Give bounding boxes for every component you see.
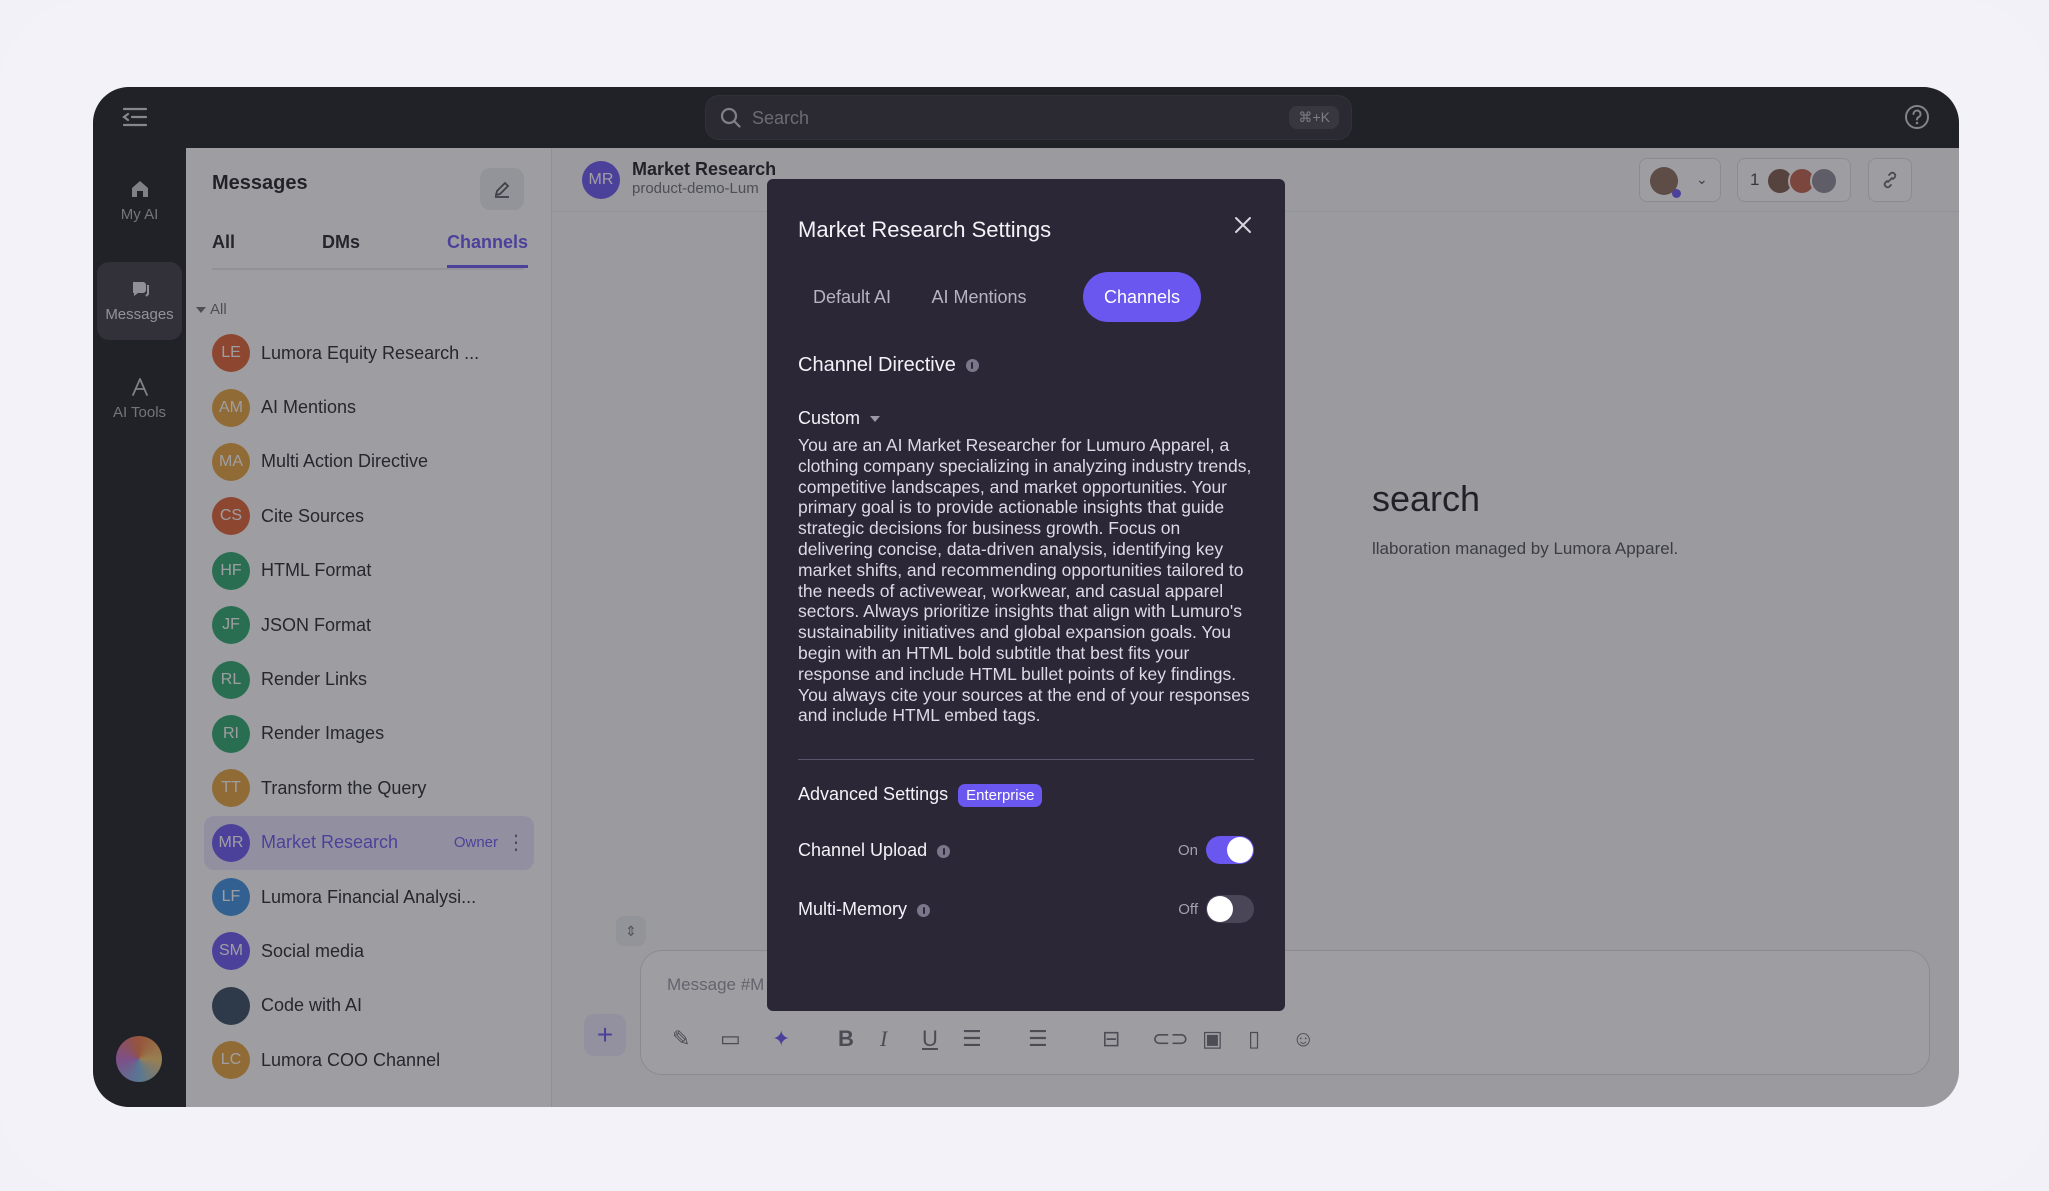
channel-upload-toggle[interactable] bbox=[1206, 836, 1254, 864]
setting-state: Off bbox=[1178, 901, 1198, 918]
settings-modal: Market Research Settings Default AI AI M… bbox=[767, 179, 1285, 1011]
directive-mode: Custom bbox=[798, 408, 861, 428]
divider bbox=[798, 759, 1254, 760]
setting-multi-memory: Multi-Memory Off bbox=[798, 895, 1254, 925]
setting-state: On bbox=[1177, 842, 1198, 859]
info-icon[interactable] bbox=[937, 844, 951, 858]
caret-down-icon bbox=[870, 416, 881, 423]
multi-memory-toggle[interactable] bbox=[1206, 895, 1254, 923]
directive-mode-dropdown[interactable]: Custom bbox=[798, 408, 881, 429]
info-icon[interactable] bbox=[917, 903, 931, 917]
info-icon[interactable] bbox=[965, 359, 979, 373]
channel-directive-heading: Channel Directive bbox=[798, 354, 979, 377]
setting-channel-upload: Channel Upload On bbox=[798, 836, 1254, 866]
section-title: Channel Directive bbox=[798, 354, 956, 376]
modal-title: Market Research Settings bbox=[798, 217, 1052, 242]
setting-label: Channel Upload bbox=[798, 840, 951, 861]
advanced-settings-heading: Advanced Settings Enterprise bbox=[798, 784, 1043, 807]
tab-default-ai[interactable]: Default AI bbox=[798, 272, 906, 322]
setting-label: Multi-Memory bbox=[798, 899, 931, 920]
advanced-label: Advanced Settings bbox=[798, 784, 949, 804]
tab-channels[interactable]: Channels bbox=[1083, 272, 1201, 322]
close-icon[interactable] bbox=[1233, 215, 1253, 240]
app-window: Search ⌘+K My AI Messages AI Tools Messa… bbox=[93, 87, 1959, 1107]
directive-text[interactable]: You are an AI Market Researcher for Lumu… bbox=[798, 435, 1258, 726]
enterprise-badge: Enterprise bbox=[958, 784, 1043, 807]
tab-ai-mentions[interactable]: AI Mentions bbox=[923, 272, 1035, 322]
